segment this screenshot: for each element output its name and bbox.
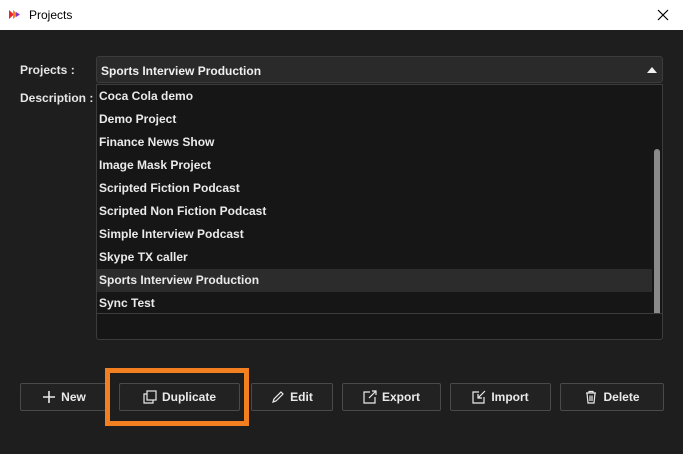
highlight-frame <box>105 368 249 426</box>
dropdown-arrow-icon[interactable] <box>647 67 657 73</box>
import-button-label: Import <box>491 390 529 404</box>
import-icon <box>472 390 486 404</box>
description-label: Description : <box>20 91 94 105</box>
delete-button-label: Delete <box>603 390 640 404</box>
trash-icon <box>586 390 597 404</box>
delete-button[interactable]: Delete <box>560 383 664 411</box>
dropdown-item[interactable]: Skype TX caller <box>97 246 652 269</box>
edit-button[interactable]: Edit <box>251 383 333 411</box>
scrollbar-thumb[interactable] <box>654 149 660 313</box>
dropdown-item[interactable]: Scripted Fiction Podcast <box>97 177 652 200</box>
dropdown-item[interactable]: Finance News Show <box>97 131 652 154</box>
dropdown-item[interactable]: Sports Interview Production <box>97 269 652 292</box>
projects-label: Projects : <box>20 63 75 77</box>
export-button[interactable]: Export <box>342 383 441 411</box>
close-button[interactable] <box>643 0 683 30</box>
export-icon <box>363 390 377 404</box>
new-button-label: New <box>61 390 86 404</box>
projects-select[interactable]: Sports Interview Production <box>96 56 663 83</box>
pencil-icon <box>272 391 285 403</box>
new-button[interactable]: New <box>20 383 108 411</box>
dropdown-item[interactable]: Scripted Non Fiction Podcast <box>97 200 652 223</box>
edit-button-label: Edit <box>290 390 313 404</box>
dropdown-item[interactable]: Simple Interview Podcast <box>97 223 652 246</box>
dropdown-item[interactable]: Image Mask Project <box>97 154 652 177</box>
selected-project-value: Sports Interview Production <box>101 64 262 78</box>
dropdown-items: Coca Cola demo Demo Project Finance News S… <box>97 85 652 313</box>
window-title: Projects <box>29 8 73 22</box>
import-button[interactable]: Import <box>450 383 551 411</box>
dropdown-item[interactable]: Coca Cola demo <box>97 85 652 108</box>
dropdown-scrollbar[interactable] <box>654 87 660 313</box>
plus-icon <box>43 391 56 403</box>
title-bar: Projects <box>0 0 683 30</box>
projects-dropdown-list[interactable]: Coca Cola demo Demo Project Finance News S… <box>96 84 663 314</box>
export-button-label: Export <box>381 390 420 404</box>
dropdown-item[interactable]: Demo Project <box>97 108 652 131</box>
close-icon <box>657 9 669 21</box>
app-logo-icon <box>8 8 21 21</box>
dropdown-item[interactable]: Sync Test <box>97 292 652 313</box>
